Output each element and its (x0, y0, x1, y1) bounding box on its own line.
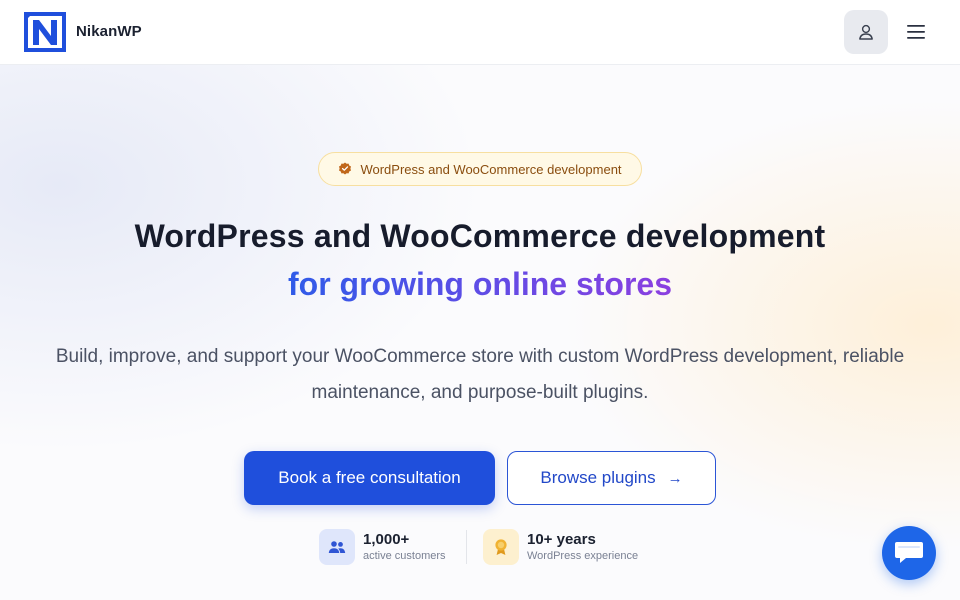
chat-bubble-icon (895, 542, 923, 563)
hero-title-gradient-text: for growing online stores (287, 266, 672, 302)
nikanwp-logo[interactable] (24, 12, 66, 52)
menu-button[interactable] (898, 14, 934, 50)
stat-customers: 1,000+ active customers (319, 528, 446, 566)
stat-experience-label: WordPress experience (527, 549, 639, 562)
hero-subtitle: Build, improve, and support your WooComm… (30, 339, 930, 411)
stat-customers-label: active customers (363, 549, 446, 562)
brand-name[interactable]: NikanWP (76, 23, 142, 40)
award-icon (495, 539, 507, 555)
browse-plugins-label: Browse plugins (540, 468, 656, 487)
stat-experience-text: 10+ years WordPress experience (527, 531, 638, 564)
book-consultation-button[interactable]: Book a free consultation (244, 451, 495, 505)
arrow-right-icon: → (667, 469, 683, 487)
hero-title-highlight: for growing online stores (0, 266, 960, 303)
browse-plugins-button[interactable]: Browse plugins → (507, 451, 716, 505)
hero-subtitle-line-1: Build, improve, and support your WooComm… (55, 346, 905, 367)
verified-badge-icon (339, 162, 352, 175)
hamburger-menu-icon (907, 25, 925, 39)
hero-section (0, 65, 960, 600)
badge-label: WordPress and WooCommerce development (360, 161, 622, 177)
stat-experience: 10+ years WordPress experience (483, 528, 638, 566)
hero-badge: WordPress and WooCommerce development (318, 152, 642, 186)
hero-title: WordPress and WooCommerce development (134, 218, 826, 254)
site-header: NikanWP (0, 0, 960, 65)
account-button[interactable] (844, 10, 888, 54)
stat-customers-number: 1,000+ (363, 530, 410, 548)
hero-subtitle-line-2: maintenance, and purpose-built plugins. (311, 382, 649, 403)
stat-experience-number: 10+ years (527, 530, 596, 548)
stat-experience-icon-box (483, 529, 519, 565)
stats-divider (466, 530, 467, 564)
stat-customers-icon-box (319, 529, 355, 565)
users-icon (328, 541, 346, 553)
stat-customers-text: 1,000+ active customers (363, 531, 446, 564)
chat-button[interactable] (882, 526, 936, 580)
user-icon (859, 24, 873, 40)
